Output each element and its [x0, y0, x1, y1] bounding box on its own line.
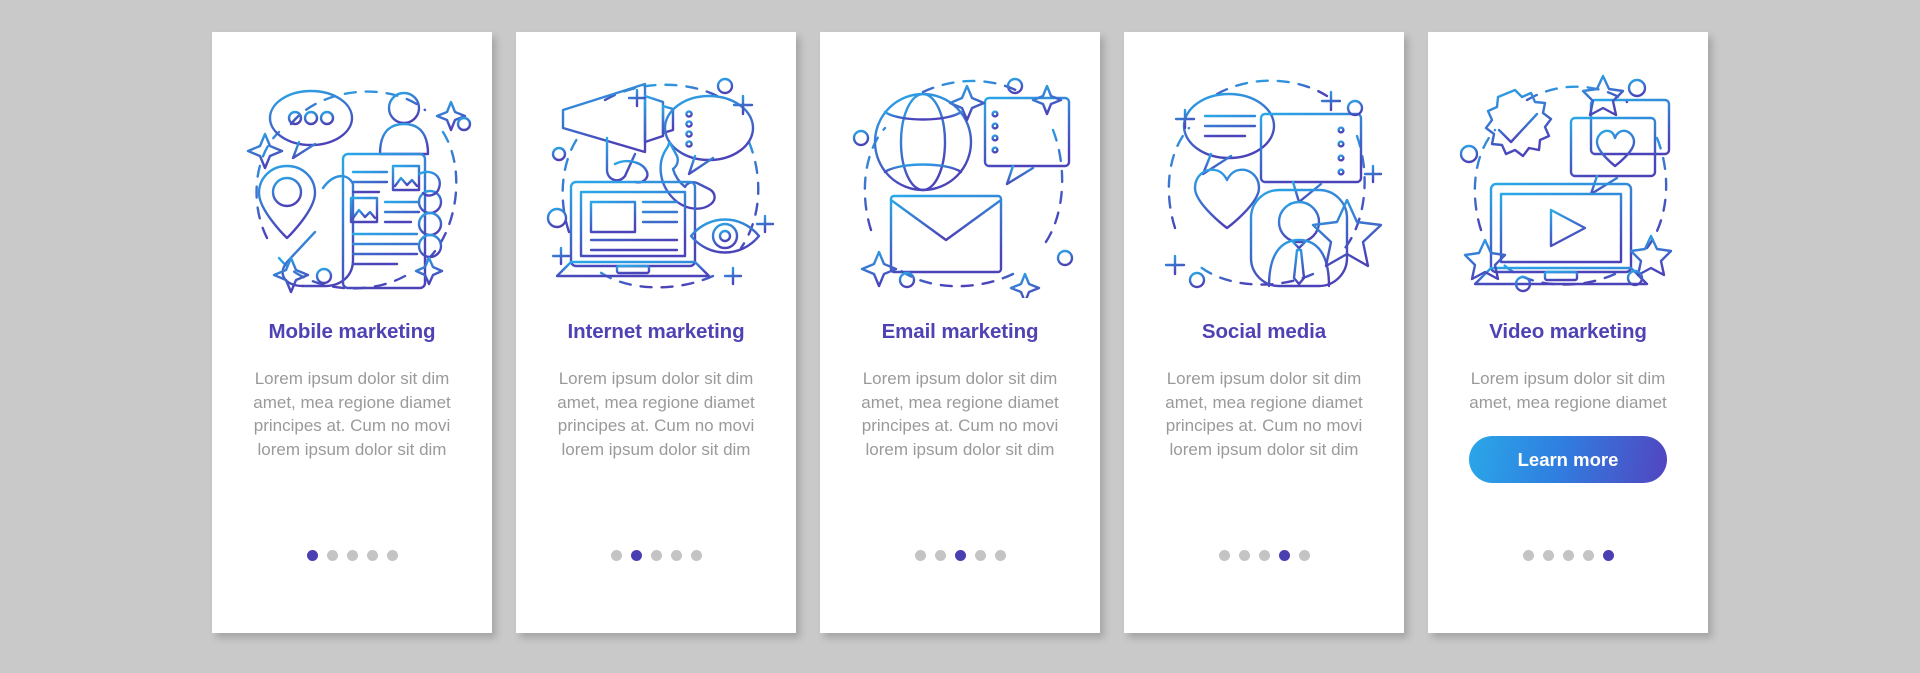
pagination-dot[interactable]	[1602, 550, 1614, 561]
pagination-dot[interactable]	[366, 550, 378, 561]
onboarding-card-video-marketing[interactable]: Video marketing Lorem ipsum dolor sit di…	[1428, 32, 1708, 633]
pagination-dot[interactable]	[1218, 550, 1230, 561]
pagination-dot[interactable]	[1542, 550, 1554, 561]
onboarding-card-email-marketing[interactable]: Email marketing Lorem ipsum dolor sit di…	[820, 32, 1100, 633]
pagination-dot[interactable]	[1258, 550, 1270, 561]
pagination-dot[interactable]	[1238, 550, 1250, 561]
email-marketing-illustration	[837, 62, 1083, 298]
pagination-dots[interactable]	[212, 550, 492, 561]
pagination-dots[interactable]	[1428, 550, 1708, 561]
card-body-text: Lorem ipsum dolor sit dim amet, mea regi…	[861, 369, 1059, 459]
learn-more-button[interactable]: Learn more	[1469, 436, 1667, 483]
pagination-dot[interactable]	[690, 550, 702, 561]
internet-marketing-illustration	[533, 62, 779, 298]
pagination-dot[interactable]	[1582, 550, 1594, 561]
pagination-dot[interactable]	[914, 550, 926, 561]
pagination-dot[interactable]	[1562, 550, 1574, 561]
card-title: Mobile marketing	[268, 320, 436, 343]
card-title: Email marketing	[881, 320, 1039, 343]
onboarding-card-social-media[interactable]: Social media Lorem ipsum dolor sit dim a…	[1124, 32, 1404, 633]
card-body-text: Lorem ipsum dolor sit dim amet, mea regi…	[1469, 369, 1667, 412]
pagination-dots[interactable]	[820, 550, 1100, 561]
pagination-dot[interactable]	[954, 550, 966, 561]
card-title: Internet marketing	[567, 320, 745, 343]
pagination-dots[interactable]	[1124, 550, 1404, 561]
cta-container: Learn more	[1446, 436, 1690, 483]
pagination-dot[interactable]	[346, 550, 358, 561]
card-title: Video marketing	[1489, 320, 1647, 343]
pagination-dot[interactable]	[326, 550, 338, 561]
pagination-dots[interactable]	[516, 550, 796, 561]
pagination-dot[interactable]	[650, 550, 662, 561]
onboarding-screens-board: Mobile marketing Lorem ipsum dolor sit d…	[0, 0, 1920, 673]
onboarding-card-mobile-marketing[interactable]: Mobile marketing Lorem ipsum dolor sit d…	[212, 32, 492, 633]
pagination-dot[interactable]	[630, 550, 642, 561]
pagination-dot[interactable]	[610, 550, 622, 561]
mobile-marketing-illustration	[229, 62, 475, 298]
card-body-text: Lorem ipsum dolor sit dim amet, mea regi…	[253, 369, 451, 459]
pagination-dot[interactable]	[994, 550, 1006, 561]
card-body-text: Lorem ipsum dolor sit dim amet, mea regi…	[557, 369, 755, 459]
pagination-dot[interactable]	[386, 550, 398, 561]
pagination-dot[interactable]	[974, 550, 986, 561]
social-media-illustration	[1141, 62, 1387, 298]
pagination-dot[interactable]	[1278, 550, 1290, 561]
pagination-dot[interactable]	[1298, 550, 1310, 561]
pagination-dot[interactable]	[306, 550, 318, 561]
card-body-text: Lorem ipsum dolor sit dim amet, mea regi…	[1165, 369, 1363, 459]
card-title: Social media	[1201, 320, 1327, 343]
onboarding-card-internet-marketing[interactable]: Internet marketing Lorem ipsum dolor sit…	[516, 32, 796, 633]
pagination-dot[interactable]	[670, 550, 682, 561]
pagination-dot[interactable]	[934, 550, 946, 561]
video-marketing-illustration	[1445, 62, 1691, 298]
pagination-dot[interactable]	[1522, 550, 1534, 561]
